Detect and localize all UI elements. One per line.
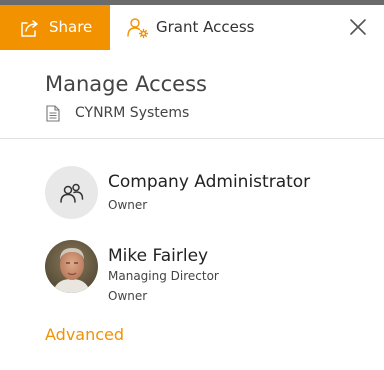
person-role: Owner bbox=[108, 289, 148, 303]
close-icon bbox=[350, 19, 366, 35]
person-row-company-administrator[interactable]: Company Administrator Owner bbox=[45, 166, 365, 222]
person-name: Company Administrator bbox=[108, 172, 311, 192]
tab-grant-access[interactable]: Grant Access bbox=[110, 5, 334, 50]
document-icon bbox=[46, 104, 60, 122]
avatar bbox=[45, 166, 98, 219]
person-role: Owner bbox=[108, 198, 148, 212]
avatar bbox=[45, 240, 98, 293]
tab-share-label: Share bbox=[49, 18, 93, 36]
tab-grant-access-label: Grant Access bbox=[156, 18, 255, 36]
grant-access-icon bbox=[127, 17, 149, 39]
person-row-mike-fairley[interactable]: Mike Fairley Managing Director Owner bbox=[45, 240, 365, 304]
close-button[interactable] bbox=[334, 5, 384, 50]
document-row: CYNRM Systems bbox=[46, 103, 189, 123]
share-icon bbox=[20, 18, 40, 38]
tab-bar: Share Grant Access bbox=[0, 5, 384, 50]
page-title: Manage Access bbox=[45, 72, 207, 96]
divider bbox=[0, 138, 384, 139]
advanced-link[interactable]: Advanced bbox=[45, 324, 124, 346]
tab-share[interactable]: Share bbox=[0, 5, 110, 50]
group-icon bbox=[59, 183, 83, 203]
person-name: Mike Fairley bbox=[108, 246, 209, 266]
document-name: CYNRM Systems bbox=[75, 105, 190, 121]
person-position: Managing Director bbox=[108, 269, 219, 283]
